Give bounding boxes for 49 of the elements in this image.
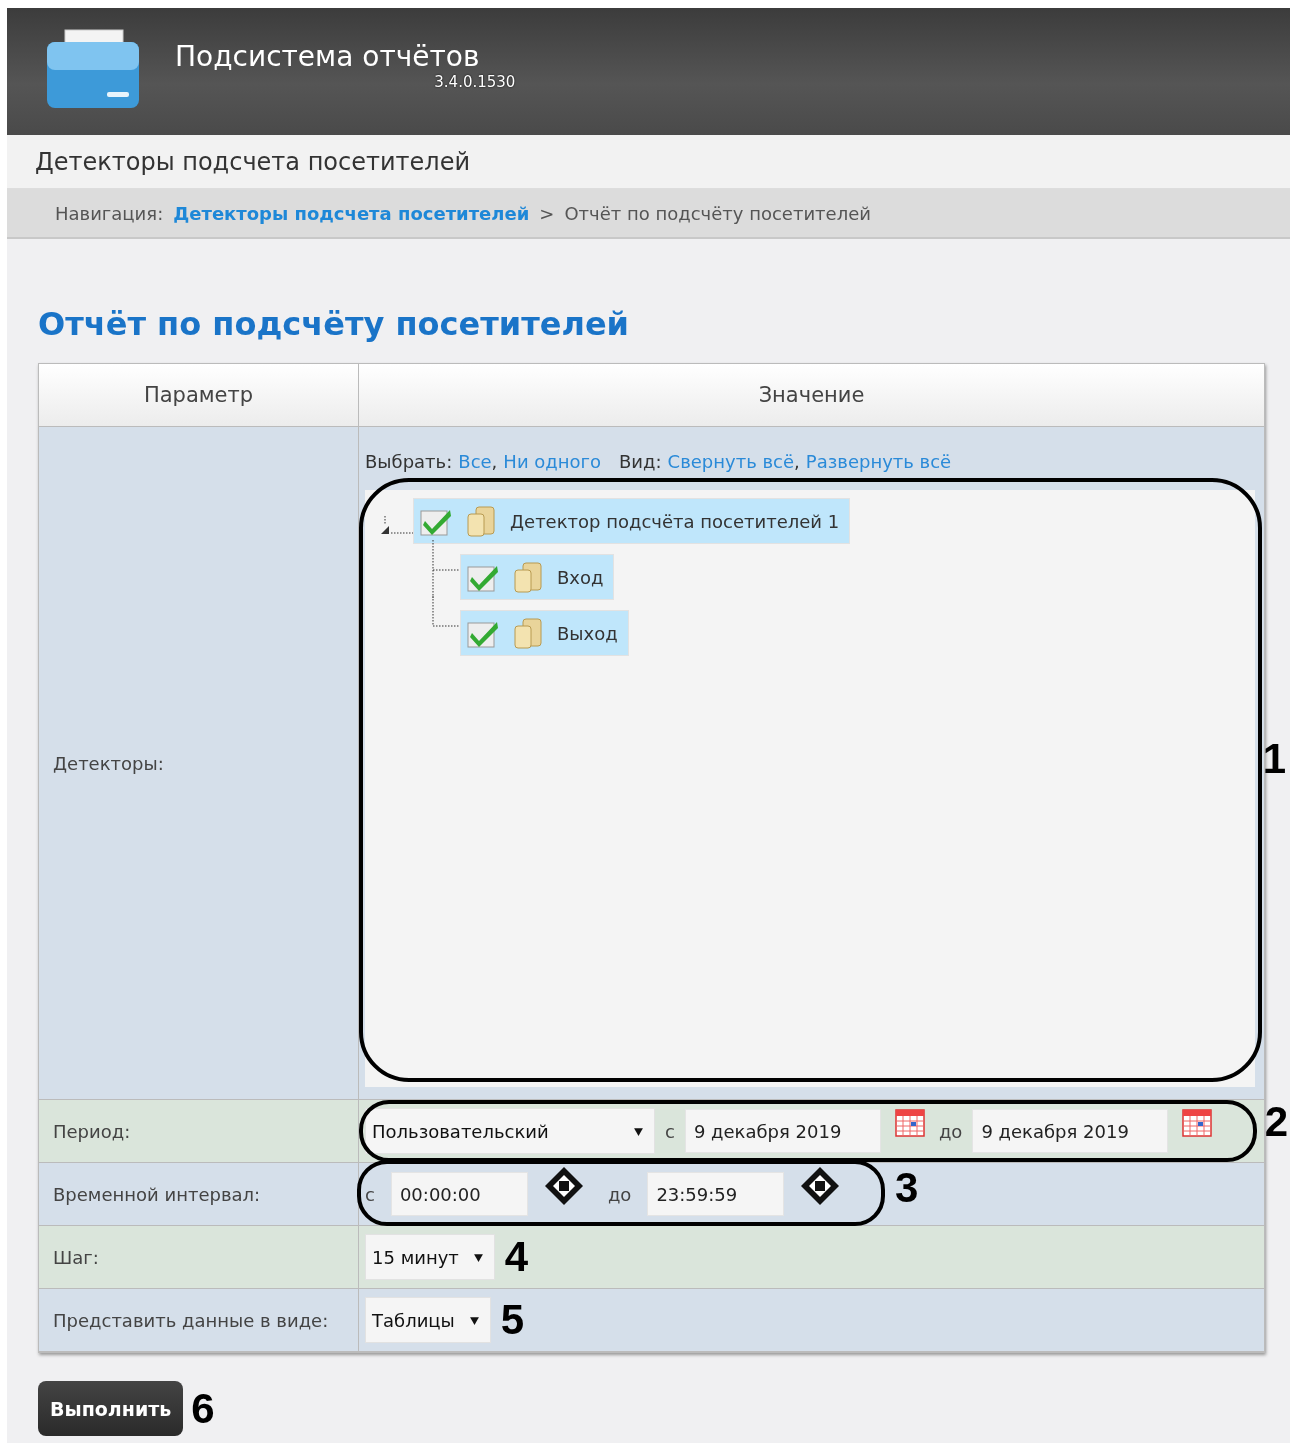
- calendar-icon[interactable]: [894, 1109, 925, 1137]
- column-header: Значение: [359, 364, 1264, 427]
- callout-number: 3: [895, 1164, 919, 1212]
- start-date-field[interactable]: 9 декабря 2019: [684, 1109, 881, 1153]
- column-header: Параметр: [39, 364, 359, 427]
- link-separator: ,: [794, 451, 800, 472]
- tree-node[interactable]: Детектор подсчёта посетителей 1: [413, 498, 851, 544]
- run-button[interactable]: Выполнить: [38, 1381, 184, 1436]
- dropdown-caret-icon: [633, 1125, 644, 1137]
- to-label: до: [607, 1183, 632, 1205]
- view-label: Вид:: [619, 451, 662, 472]
- to-label: до: [938, 1120, 963, 1142]
- tree-node[interactable]: Выход: [460, 610, 629, 656]
- tree-expander-icon[interactable]: [379, 514, 413, 536]
- from-label: с: [365, 1183, 375, 1205]
- parameter-label: Шаг:: [39, 1226, 359, 1289]
- callout-number: 2: [1264, 1098, 1288, 1146]
- app-title: Подсистема отчётов: [175, 40, 480, 73]
- from-label: с: [665, 1120, 675, 1142]
- calendar-icon[interactable]: [1182, 1109, 1213, 1137]
- dropdown-caret-icon: [468, 1314, 480, 1326]
- folder-icon: [513, 561, 543, 593]
- period-dropdown[interactable]: Пользовательский: [365, 1108, 655, 1154]
- breadcrumb-current: Отчёт по подсчёту посетителей: [564, 202, 871, 224]
- folder-drive-icon: [45, 27, 141, 110]
- dropdown-caret-icon: [472, 1251, 484, 1263]
- folder-icon: [466, 505, 496, 537]
- start-time-field[interactable]: 00:00:00: [390, 1172, 528, 1216]
- breadcrumb-label: Навигация:: [55, 202, 164, 224]
- parameter-label: Период:: [39, 1100, 359, 1163]
- end-date-field[interactable]: 9 декабря 2019: [972, 1109, 1169, 1153]
- section-title: Детекторы подсчета посетителей: [35, 147, 471, 176]
- dropdown[interactable]: Таблицы: [365, 1297, 491, 1343]
- parameter-label: Временной интервал:: [39, 1163, 359, 1226]
- parameter-label: Представить данные в виде:: [39, 1289, 359, 1352]
- callout-number: 5: [500, 1296, 525, 1344]
- callout-number: 6: [191, 1384, 215, 1433]
- dropdown[interactable]: 15 минут: [365, 1234, 495, 1280]
- parameter-label: Детекторы:: [39, 427, 359, 1100]
- callout-number: 4: [504, 1233, 529, 1281]
- callout-number: 1: [1262, 735, 1286, 783]
- select-label: Выбрать:: [365, 451, 453, 472]
- end-time-field[interactable]: 23:59:59: [647, 1172, 785, 1216]
- page-title: Отчёт по подсчёту посетителей: [38, 305, 630, 343]
- link-separator: ,: [491, 451, 498, 472]
- breadcrumb-separator: >: [539, 202, 555, 224]
- tree-node[interactable]: Вход: [460, 554, 615, 600]
- folder-icon: [513, 617, 543, 649]
- app-version: 3.4.0.1530: [434, 73, 516, 91]
